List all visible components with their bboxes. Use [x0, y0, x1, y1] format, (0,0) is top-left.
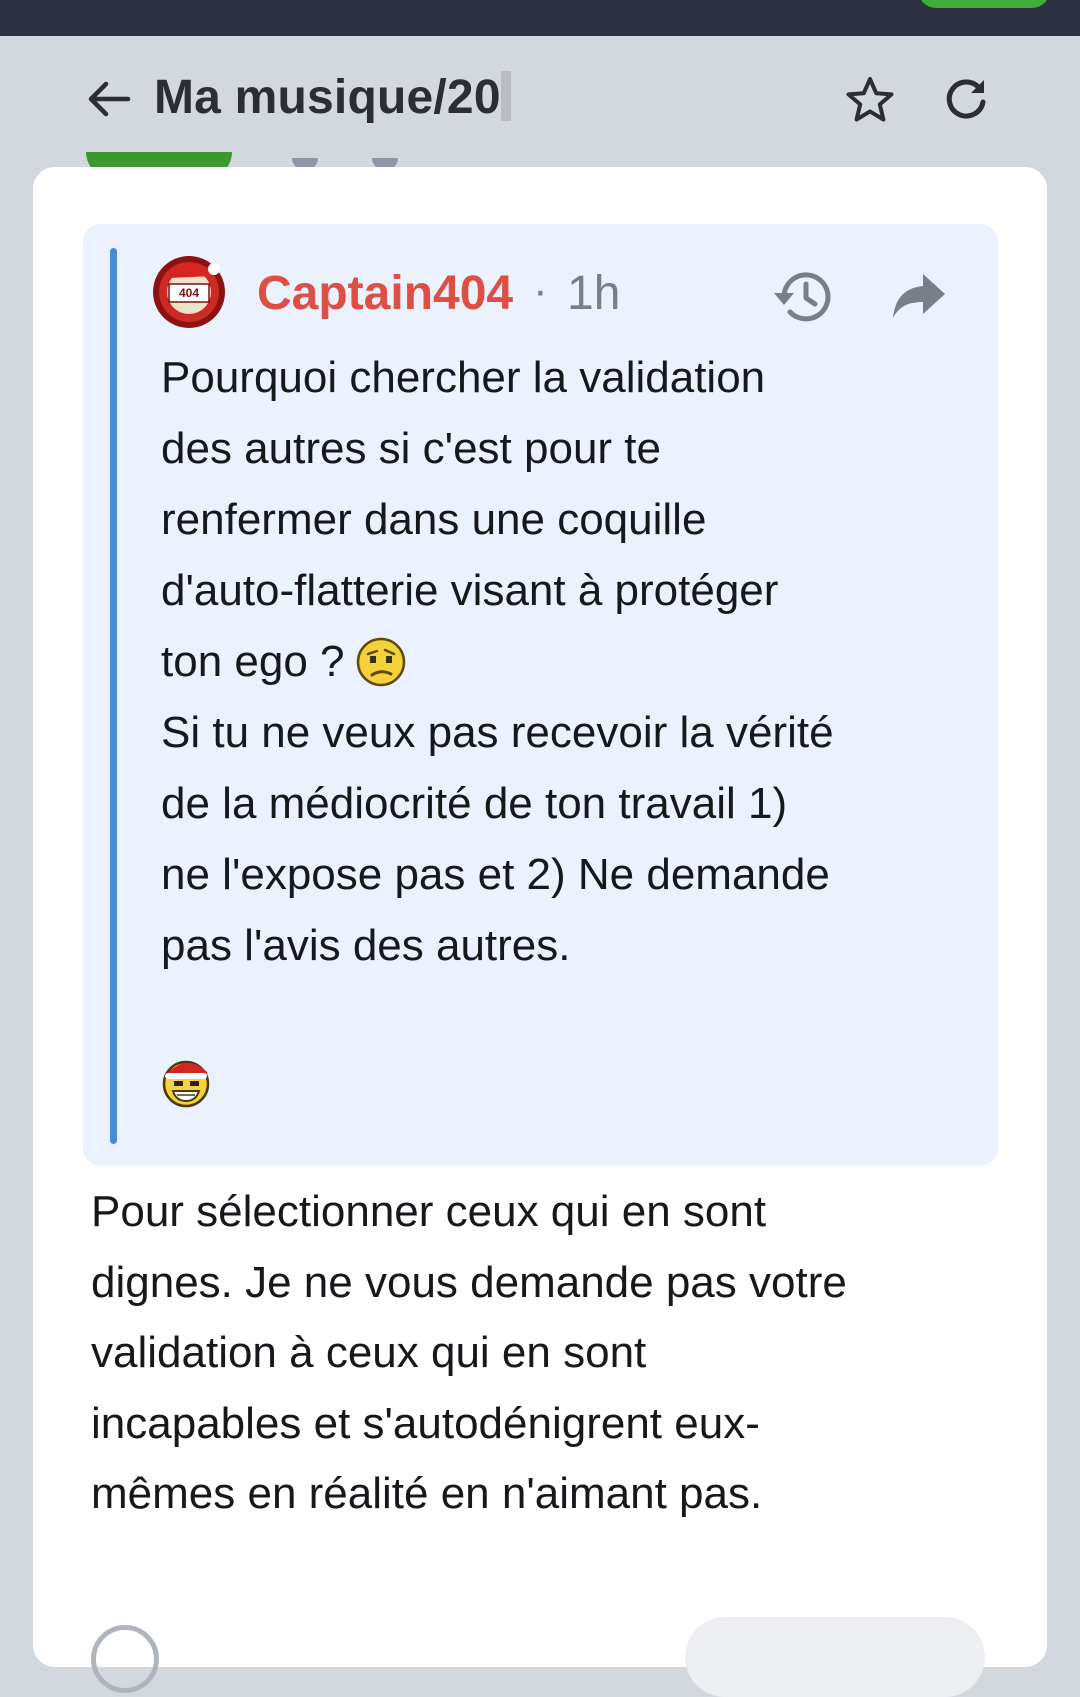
- message-card: 404 Captain404 · 1h Pourquoi chercher la…: [33, 167, 1047, 1697]
- favorite-button[interactable]: [844, 74, 896, 126]
- quote-share-button[interactable]: [889, 268, 949, 324]
- quoted-message: 404 Captain404 · 1h Pourquoi chercher la…: [83, 224, 998, 1166]
- svg-text:404: 404: [179, 286, 199, 300]
- meta-separator: ·: [533, 266, 548, 315]
- text-cursor: [500, 71, 511, 121]
- refresh-icon: [946, 79, 986, 119]
- quote-line: ne l'expose pas et 2) Ne demande: [161, 850, 830, 899]
- quote-line: renfermer dans une coquille: [161, 495, 707, 544]
- error-404-avatar-icon: 404: [153, 256, 225, 328]
- page-title-text: Ma musique/20: [154, 71, 501, 124]
- quote-body: Pourquoi chercher la validation des autr…: [161, 342, 981, 981]
- reply-button[interactable]: [685, 1617, 985, 1697]
- refresh-button[interactable]: [940, 74, 992, 126]
- back-button[interactable]: [84, 74, 134, 124]
- share-arrow-icon: [893, 274, 945, 318]
- quote-line: d'auto-flatterie visant à protéger: [161, 566, 779, 615]
- reply-body: Pour sélectionner ceux qui en sont digne…: [91, 1177, 991, 1530]
- arrow-left-icon: [88, 81, 131, 117]
- quote-line: Pourquoi chercher la validation: [161, 353, 766, 402]
- quote-line: pas l'avis des autres.: [161, 921, 571, 970]
- status-avatar-fragment: [918, 0, 1050, 8]
- quote-line-with-emoji: ton ego ?: [161, 626, 981, 697]
- quote-timestamp: 1h: [567, 267, 621, 320]
- sceptical-smiley-icon: [355, 636, 407, 688]
- star-outline-icon: [846, 77, 894, 122]
- page-title[interactable]: Ma musique/20: [154, 70, 511, 125]
- quote-history-button[interactable]: [769, 262, 839, 332]
- quote-line: de la médiocrité de ton travail 1): [161, 779, 788, 828]
- reply-line: incapables et s'autodénigrent eux-: [91, 1398, 760, 1448]
- santa-hat-smiley-icon: [159, 1054, 213, 1108]
- quote-line: ton ego ?: [161, 637, 345, 686]
- top-bar: Ma musique/20: [0, 36, 1080, 164]
- quote-author-avatar[interactable]: 404: [151, 254, 227, 330]
- reply-line: validation à ceux qui en sont: [91, 1328, 647, 1377]
- quote-accent-bar: [110, 248, 117, 1144]
- reply-line: Pour sélectionner ceux qui en sont: [91, 1187, 767, 1236]
- status-bar: [0, 0, 1080, 36]
- history-icon: [774, 272, 831, 322]
- quote-line: Si tu ne veux pas recevoir la vérité: [161, 708, 834, 757]
- quote-line: des autres si c'est pour te: [161, 424, 661, 473]
- quote-author-name[interactable]: Captain404: [257, 266, 513, 321]
- reaction-button[interactable]: [91, 1625, 159, 1693]
- reply-line: mêmes en réalité en n'aimant pas.: [91, 1469, 763, 1518]
- reply-line: dignes. Je ne vous demande pas votre: [91, 1257, 847, 1307]
